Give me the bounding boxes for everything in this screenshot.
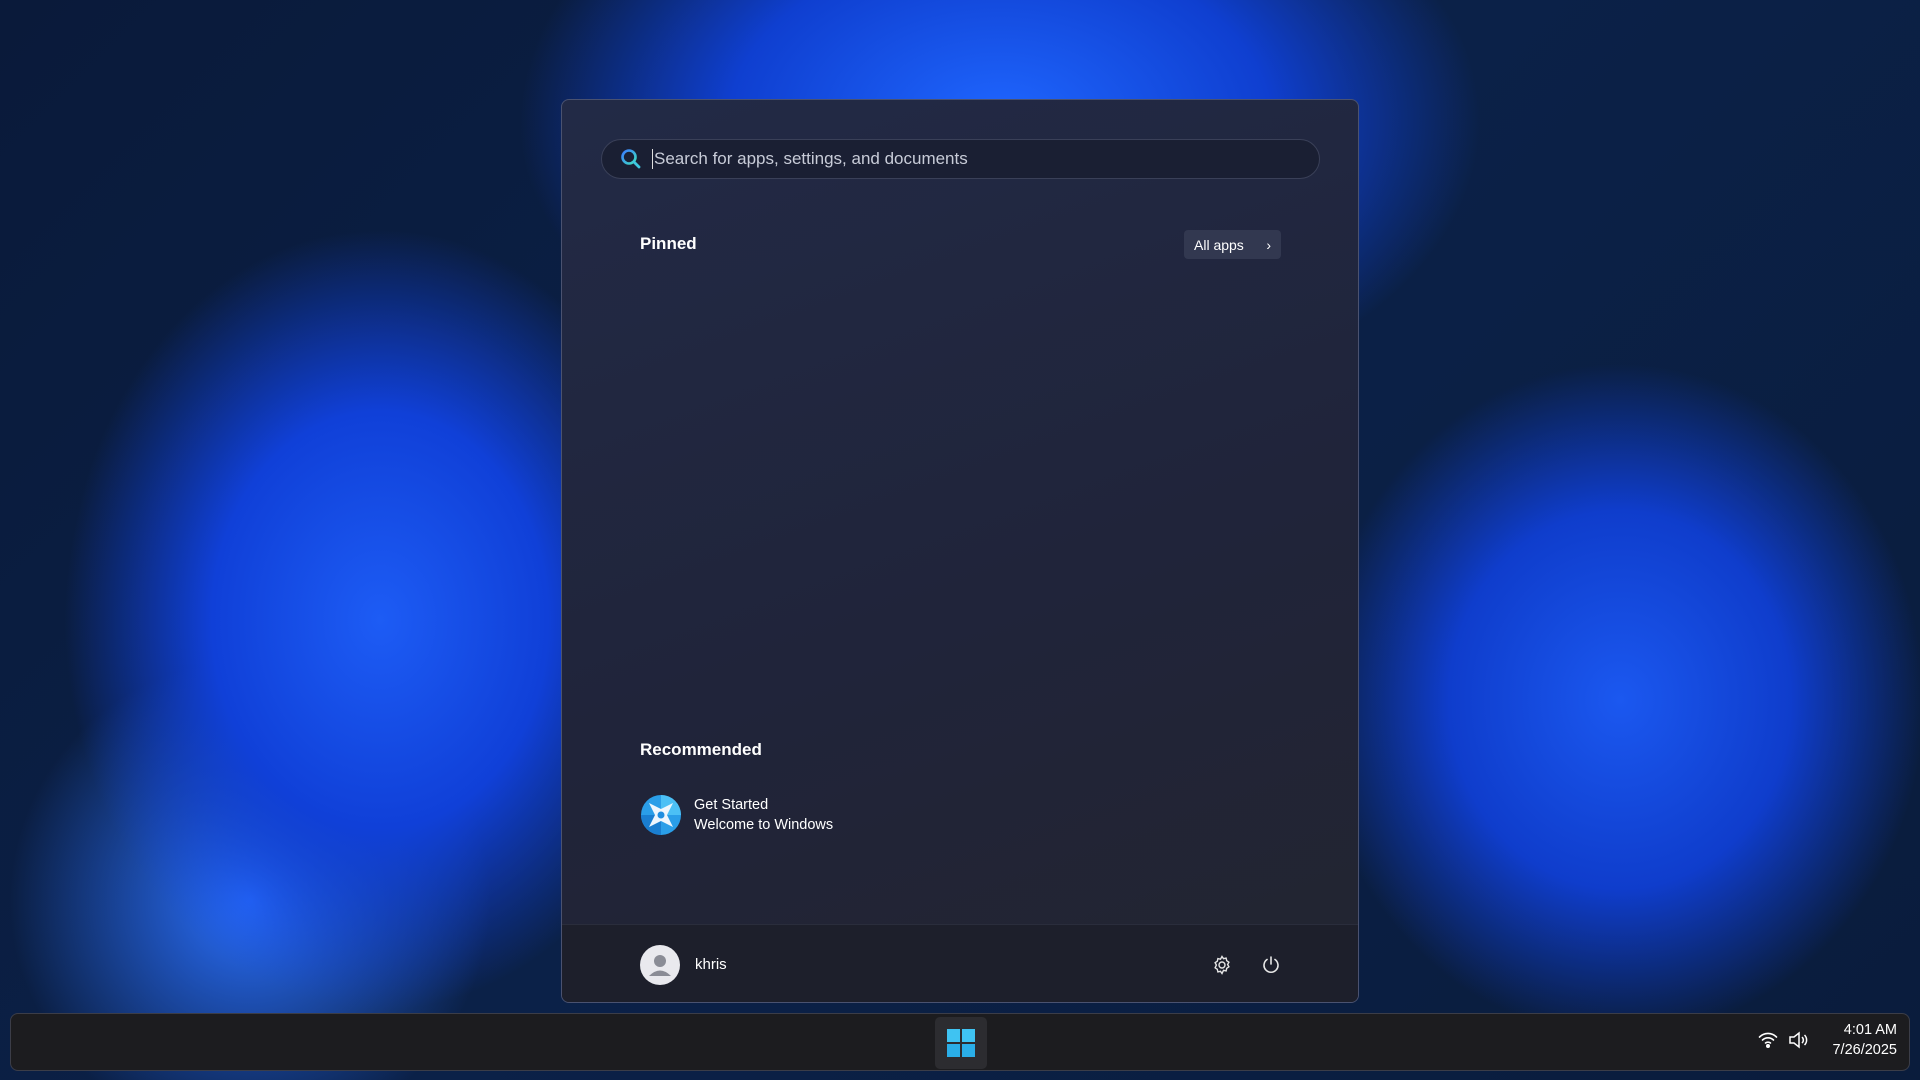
recommended-item-subtitle: Welcome to Windows <box>694 815 833 835</box>
taskbar: 4:01 AM 7/26/2025 <box>10 1013 1910 1071</box>
all-apps-button[interactable]: All apps › <box>1184 230 1281 259</box>
all-apps-label: All apps <box>1194 237 1244 253</box>
recommended-heading: Recommended <box>640 740 762 760</box>
text-caret <box>652 149 653 169</box>
search-icon <box>620 148 642 170</box>
user-name[interactable]: khris <box>695 956 727 973</box>
clock[interactable]: 4:01 AM 7/26/2025 <box>1832 1020 1897 1060</box>
time: 4:01 AM <box>1832 1020 1897 1040</box>
pinned-heading: Pinned <box>640 234 697 254</box>
windows-logo-icon <box>946 1028 976 1058</box>
date: 7/26/2025 <box>1832 1040 1897 1060</box>
search-box[interactable]: Search for apps, settings, and documents <box>601 139 1320 179</box>
user-avatar[interactable] <box>640 945 680 985</box>
volume-icon[interactable] <box>1788 1031 1810 1049</box>
user-icon <box>640 945 680 985</box>
start-menu: Search for apps, settings, and documents… <box>561 99 1359 1003</box>
power-icon <box>1261 955 1281 975</box>
chevron-right-icon: › <box>1266 237 1271 253</box>
start-footer: khris <box>562 924 1358 1003</box>
recommended-item-get-started[interactable]: Get Started Welcome to Windows <box>640 794 833 836</box>
start-button[interactable] <box>935 1017 987 1069</box>
power-button[interactable] <box>1253 947 1289 983</box>
system-tray: 4:01 AM 7/26/2025 <box>1758 1020 1897 1060</box>
gear-icon <box>1212 955 1232 975</box>
recommended-item-title: Get Started <box>694 795 833 815</box>
settings-button[interactable] <box>1204 947 1240 983</box>
get-started-icon <box>640 794 682 836</box>
search-placeholder[interactable]: Search for apps, settings, and documents <box>654 149 968 169</box>
wifi-icon[interactable] <box>1758 1031 1778 1049</box>
